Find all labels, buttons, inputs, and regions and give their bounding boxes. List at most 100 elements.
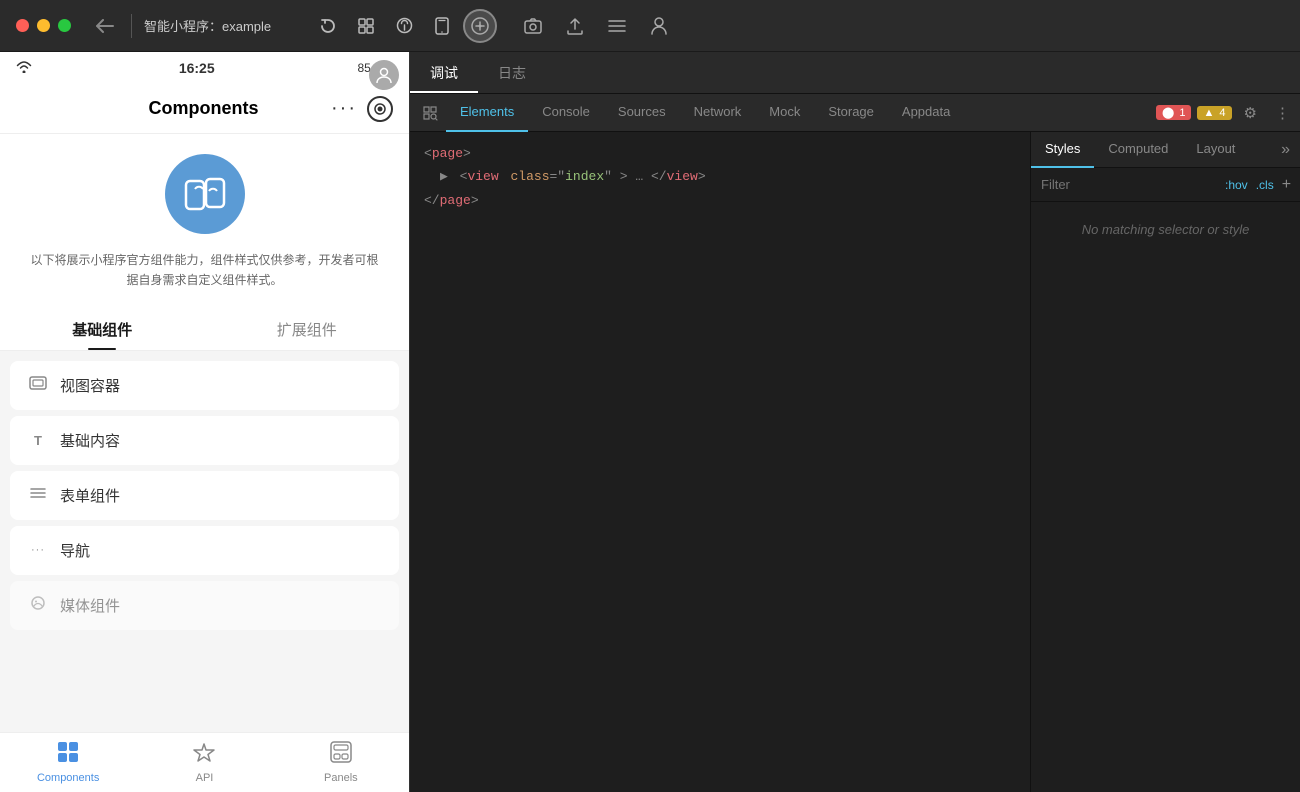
styles-empty-message: No matching selector or style [1031,202,1300,257]
basic-content-icon: T [28,433,48,448]
debug-tab-log[interactable]: 日志 [478,55,546,93]
dom-line-page-close[interactable]: </page> [424,189,1016,212]
debug-tabs: 调试 日志 [410,52,1300,94]
nav-label: 导航 [60,540,90,561]
form-icon [28,486,48,504]
debug-button[interactable] [387,9,421,43]
maximize-button[interactable] [58,19,71,32]
hero-description: 以下将展示小程序官方组件能力，组件样式仅供参考，开发者可根据自身需求自定义组件样… [30,250,379,291]
navbar-dots[interactable]: ··· [331,97,357,120]
device-button[interactable] [425,9,459,43]
basic-content-label: 基础内容 [60,430,120,451]
warning-badge: ▲ 4 [1197,106,1231,120]
add-style-button[interactable]: + [1282,176,1291,194]
phone-panel: 16:25 85 🔋 Components ··· [0,52,410,792]
titlebar: 智能小程序：example [0,0,1300,52]
phone-navbar: Components ··· [0,84,409,134]
tab-appdata[interactable]: Appdata [888,94,964,132]
panels-tabbar-label: Panels [324,772,358,784]
styles-filter: :hov .cls + ⊞ □ [1031,168,1300,202]
user-button[interactable] [643,10,675,42]
api-tabbar-icon [193,741,215,769]
menu-button[interactable] [601,10,633,42]
switch-button[interactable] [349,9,383,43]
hov-toggle[interactable]: :hov [1225,178,1248,192]
upload-button[interactable] [559,10,591,42]
devtools-panel: 调试 日志 Elements Console Sources Network M… [410,52,1300,792]
phone-statusbar: 16:25 85 🔋 [0,52,409,84]
error-count: 1 [1179,107,1185,119]
titlebar-right [517,10,675,42]
navbar-record-button[interactable] [367,96,393,122]
media-label: 媒体组件 [60,595,120,616]
phone-tabbar: Components API [0,732,409,792]
warning-count: 4 [1219,107,1225,119]
dom-line-view[interactable]: ▶ <view class="index" > … </view> [440,165,1016,188]
phone-list: 视图容器 T 基础内容 表单组件 [0,351,409,732]
tab-basic-components[interactable]: 基础组件 [0,307,205,350]
devtools-body: <page> ▶ <view class="index" > … </view> [410,132,1300,792]
tab-storage[interactable]: Storage [814,94,888,132]
list-item-view-container[interactable]: 视图容器 [10,361,399,410]
nav-icon: ··· [28,544,48,556]
api-tabbar-label: API [196,772,214,784]
settings-button[interactable]: ⚙ [1238,100,1263,126]
minimize-button[interactable] [37,19,50,32]
phone-frame: 16:25 85 🔋 Components ··· [0,52,409,792]
close-button[interactable] [16,19,29,32]
dom-tree: <page> ▶ <view class="index" > … </view> [410,132,1030,792]
tab-sources[interactable]: Sources [604,94,680,132]
navbar-right: ··· [331,96,393,122]
phone-tabs: 基础组件 扩展组件 [0,307,409,351]
error-icon: ⬤ [1162,107,1174,119]
traffic-lights [16,19,71,32]
panels-tabbar-icon [330,741,352,769]
form-label: 表单组件 [60,485,120,506]
list-item-nav[interactable]: ··· 导航 [10,526,399,575]
back-button[interactable] [91,12,119,40]
tabbar-components[interactable]: Components [0,741,136,784]
view-container-icon [28,376,48,395]
error-badge: ⬤ 1 [1156,105,1192,120]
tab-network[interactable]: Network [680,94,756,132]
tabbar-api[interactable]: API [136,741,272,784]
phone-hero: 以下将展示小程序官方组件能力，组件样式仅供参考，开发者可根据自身需求自定义组件样… [0,134,409,307]
dom-line-page-open[interactable]: <page> [424,142,1016,165]
styles-tab-styles[interactable]: Styles [1031,132,1094,168]
tab-mock[interactable]: Mock [755,94,814,132]
elements-toolbar: Elements Console Sources Network Mock St… [410,94,1300,132]
styles-tabs-more[interactable]: » [1271,141,1300,159]
styles-tabs: Styles Computed Layout » [1031,132,1300,168]
time-display: 16:25 [179,60,215,76]
cursor-button[interactable] [463,9,497,43]
styles-tab-layout[interactable]: Layout [1182,132,1249,168]
cls-toggle[interactable]: .cls [1256,178,1274,192]
more-button[interactable]: ⋮ [1269,100,1296,126]
inspect-element-button[interactable] [414,97,446,129]
tab-elements[interactable]: Elements [446,94,528,132]
reload-button[interactable] [311,9,345,43]
elements-toolbar-right: ⬤ 1 ▲ 4 ⚙ ⋮ [1156,100,1296,126]
screenshot-button[interactable] [517,10,549,42]
media-icon [28,596,48,615]
phone-panel-avatar[interactable] [369,60,399,90]
components-tabbar-icon [57,741,79,769]
elements-tabs: Elements Console Sources Network Mock St… [446,94,964,132]
debug-tab-debug[interactable]: 调试 [410,55,478,93]
tab-console[interactable]: Console [528,94,604,132]
hero-logo [165,154,245,234]
warning-icon: ▲ [1203,107,1214,119]
titlebar-divider [131,14,132,38]
styles-tab-computed[interactable]: Computed [1094,132,1182,168]
main-layout: 16:25 85 🔋 Components ··· [0,52,1300,792]
statusbar-time [16,61,36,76]
list-item-basic-content[interactable]: T 基础内容 [10,416,399,465]
tabbar-panels[interactable]: Panels [273,741,409,784]
list-item-media[interactable]: 媒体组件 [10,581,399,630]
navbar-title: Components [76,98,331,119]
tab-extended-components[interactable]: 扩展组件 [205,307,410,350]
app-title: 智能小程序：example [144,16,271,35]
components-tabbar-label: Components [37,772,99,784]
list-item-form[interactable]: 表单组件 [10,471,399,520]
styles-filter-input[interactable] [1041,177,1217,192]
